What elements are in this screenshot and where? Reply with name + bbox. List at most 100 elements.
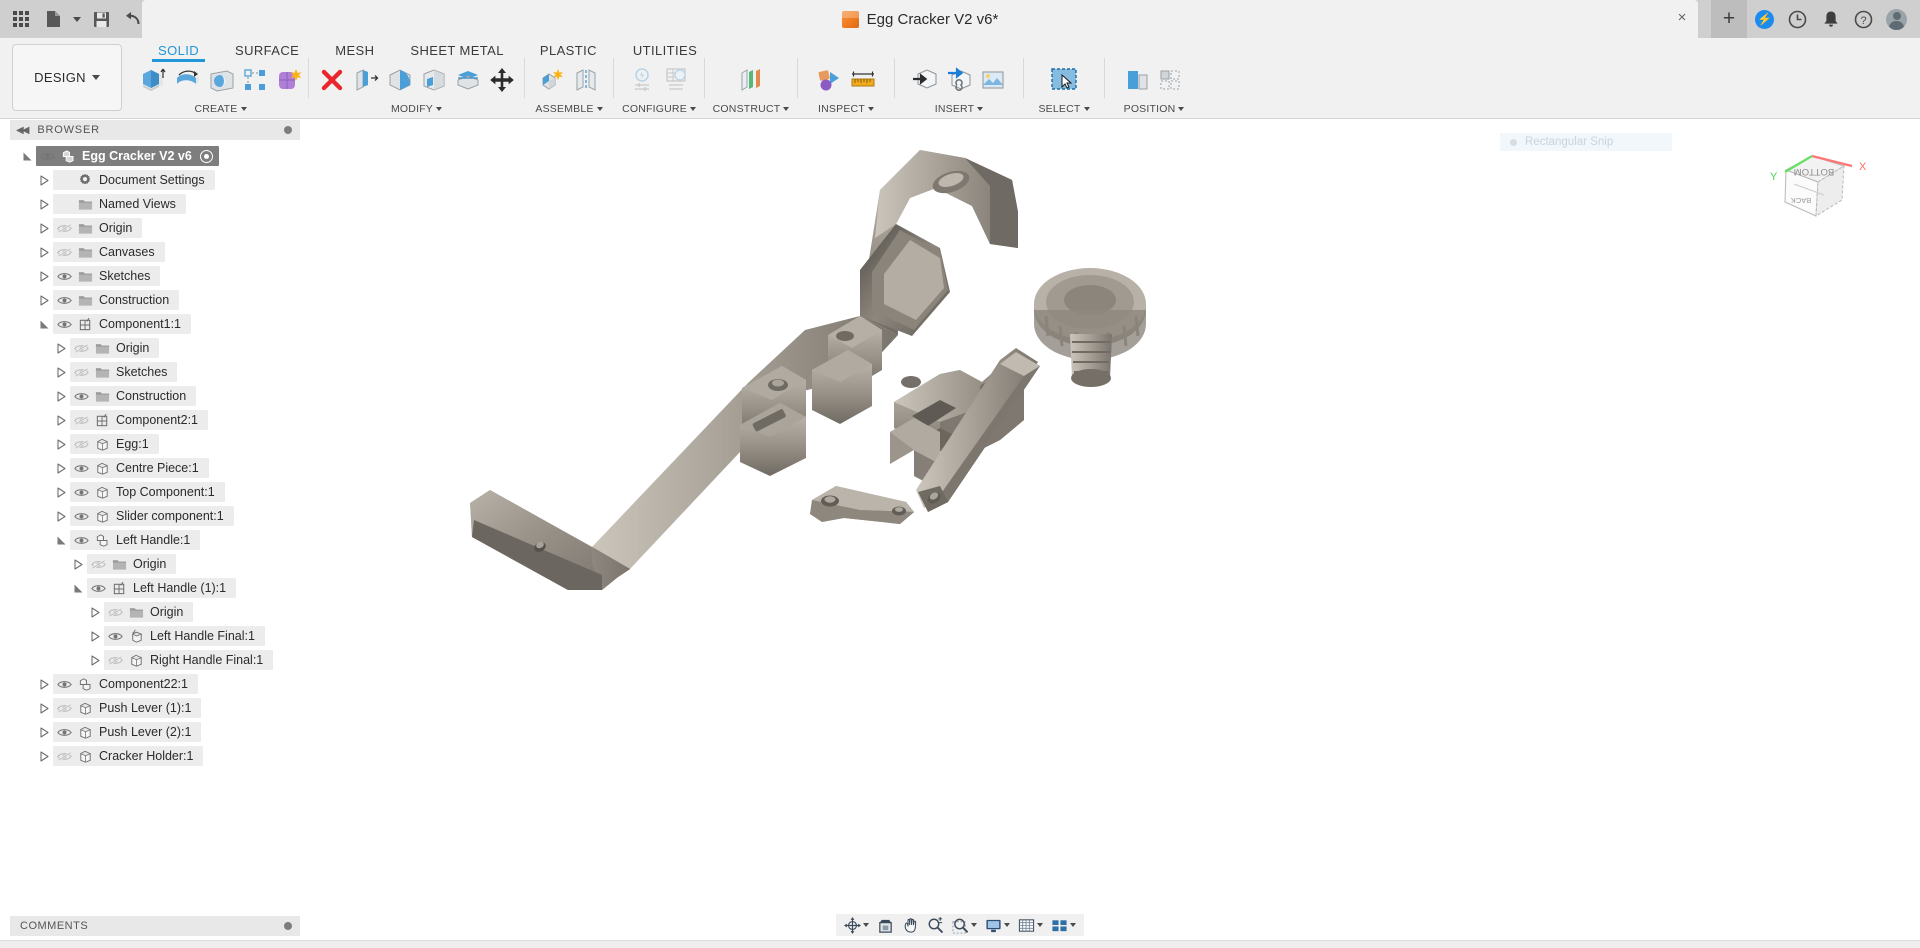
eye-hidden-icon[interactable] <box>53 698 75 718</box>
tree-item-push-lever-1-1[interactable]: Push Lever (1):1 <box>0 696 300 720</box>
eye-visible-icon[interactable] <box>53 722 75 742</box>
tree-item-egg-1[interactable]: Egg:1 <box>0 432 300 456</box>
look-at-icon[interactable] <box>873 914 898 936</box>
tree-collapsed-icon[interactable] <box>39 246 50 258</box>
form-icon[interactable] <box>272 60 306 100</box>
tree-collapsed-icon[interactable] <box>52 482 70 502</box>
eye-hidden-icon[interactable] <box>70 434 92 454</box>
section-analysis-icon[interactable] <box>812 60 846 100</box>
eye-visible-icon[interactable] <box>53 266 75 286</box>
zoom-icon[interactable] <box>923 914 948 936</box>
tree-expanded-icon[interactable] <box>35 314 53 334</box>
sphere-icon[interactable] <box>204 60 238 100</box>
tree-collapsed-icon[interactable] <box>90 630 101 642</box>
app-grid-icon[interactable] <box>6 4 36 34</box>
eye-hidden-icon[interactable] <box>53 218 75 238</box>
tree-item-origin[interactable]: Origin <box>0 336 300 360</box>
tree-item-construction[interactable]: Construction <box>0 288 300 312</box>
tree-collapsed-icon[interactable] <box>35 218 53 238</box>
tree-collapsed-icon[interactable] <box>52 434 70 454</box>
panel-configure-label[interactable]: CONFIGURE <box>622 102 696 116</box>
tab-utilities[interactable]: UTILITIES <box>615 38 715 58</box>
chevron-down-icon[interactable] <box>1037 923 1043 927</box>
align-icon[interactable] <box>1120 60 1154 100</box>
tree-item-content[interactable]: Construction <box>53 290 180 310</box>
press-pull-icon[interactable] <box>349 60 383 100</box>
tab-mesh[interactable]: MESH <box>317 38 392 58</box>
tree-collapsed-icon[interactable] <box>69 554 87 574</box>
tree-collapsed-icon[interactable] <box>56 414 67 426</box>
document-tab[interactable]: Egg Cracker V2 v6* × <box>142 0 1698 38</box>
tree-item-content[interactable]: Push Lever (2):1 <box>53 722 202 742</box>
save-icon[interactable] <box>86 4 116 34</box>
tab-solid[interactable]: SOLID <box>140 38 217 62</box>
tree-item-content[interactable]: Component2:1 <box>70 410 209 430</box>
tree-item-content[interactable]: Left Handle:1 <box>70 530 201 550</box>
tree-item-origin[interactable]: Origin <box>0 552 300 576</box>
tree-collapsed-icon[interactable] <box>35 242 53 262</box>
eye-visible-icon[interactable] <box>53 290 75 310</box>
tree-collapsed-icon[interactable] <box>39 198 50 210</box>
select-window-icon[interactable] <box>1044 60 1084 100</box>
tree-item-cracker-holder-1[interactable]: Cracker Holder:1 <box>0 744 300 768</box>
tree-collapsed-icon[interactable] <box>56 486 67 498</box>
tree-item-right-handle-final-1[interactable]: Right Handle Final:1 <box>0 648 300 672</box>
tree-item-content[interactable]: Top Component:1 <box>70 482 225 502</box>
eye-visible-icon[interactable] <box>70 530 92 550</box>
tree-collapsed-icon[interactable] <box>56 390 67 402</box>
chevron-down-icon[interactable] <box>971 923 977 927</box>
tree-item-content[interactable]: Egg:1 <box>70 434 159 454</box>
tree-collapsed-icon[interactable] <box>39 750 50 762</box>
display-settings-icon[interactable] <box>981 914 1014 936</box>
configuration-icon[interactable] <box>625 60 659 100</box>
tree-collapsed-icon[interactable] <box>52 386 70 406</box>
tree-item-content[interactable]: Origin <box>53 218 143 238</box>
new-document-icon[interactable] <box>38 4 68 34</box>
eye-visible-icon[interactable] <box>70 506 92 526</box>
insert-mcmaster-icon[interactable] <box>942 60 976 100</box>
tree-collapsed-icon[interactable] <box>39 222 50 234</box>
tab-surface[interactable]: SURFACE <box>217 38 317 58</box>
tree-collapsed-icon[interactable] <box>86 602 104 622</box>
tree-item-slider-component-1[interactable]: Slider component:1 <box>0 504 300 528</box>
viewports-icon[interactable] <box>1047 914 1080 936</box>
notifications-icon[interactable] <box>1815 0 1846 38</box>
tree-item-sketches[interactable]: Sketches <box>0 264 300 288</box>
orbit-icon[interactable] <box>840 914 873 936</box>
activate-component-radio[interactable] <box>199 149 213 163</box>
grid-settings-icon[interactable] <box>1014 914 1047 936</box>
tree-item-centre-piece-1[interactable]: Centre Piece:1 <box>0 456 300 480</box>
eye-hidden-icon[interactable] <box>70 338 92 358</box>
configuration-table-icon[interactable] <box>659 60 693 100</box>
tree-item-content[interactable]: Named Views <box>53 194 186 214</box>
tree-collapsed-icon[interactable] <box>39 678 50 690</box>
tree-collapsed-icon[interactable] <box>35 674 53 694</box>
eye-visible-icon[interactable] <box>53 674 75 694</box>
tree-collapsed-icon[interactable] <box>35 746 53 766</box>
tree-item-content[interactable]: Construction <box>70 386 197 406</box>
tree-item-content[interactable]: Origin <box>87 554 177 574</box>
fillet-icon[interactable] <box>383 60 417 100</box>
tree-collapsed-icon[interactable] <box>73 558 84 570</box>
extension-icon[interactable] <box>1749 0 1780 38</box>
tree-collapsed-icon[interactable] <box>52 338 70 358</box>
tree-item-canvases[interactable]: Canvases <box>0 240 300 264</box>
panel-construct-label[interactable]: CONSTRUCT <box>713 102 790 116</box>
tree-collapsed-icon[interactable] <box>52 362 70 382</box>
offset-plane-icon[interactable] <box>734 60 768 100</box>
panel-assemble-label[interactable]: ASSEMBLE <box>535 102 603 116</box>
panel-insert-label[interactable]: INSERT <box>935 102 984 116</box>
panel-modify-label[interactable]: MODIFY <box>391 102 443 116</box>
pan-icon[interactable] <box>898 914 923 936</box>
eye-hidden-icon[interactable] <box>70 410 92 430</box>
tree-collapsed-icon[interactable] <box>56 366 67 378</box>
tree-expanded-icon[interactable] <box>39 319 50 330</box>
tree-item-top-component-1[interactable]: Top Component:1 <box>0 480 300 504</box>
account-avatar-icon[interactable] <box>1881 0 1912 38</box>
new-component-icon[interactable] <box>535 60 569 100</box>
tree-item-left-handle-1[interactable]: Left Handle:1 <box>0 528 300 552</box>
tree-item-content[interactable]: Left Handle (1):1 <box>87 578 237 598</box>
tree-item-content[interactable]: Component1:1 <box>53 314 192 334</box>
eye-hidden-icon[interactable] <box>87 554 109 574</box>
job-status-icon[interactable] <box>1782 0 1813 38</box>
